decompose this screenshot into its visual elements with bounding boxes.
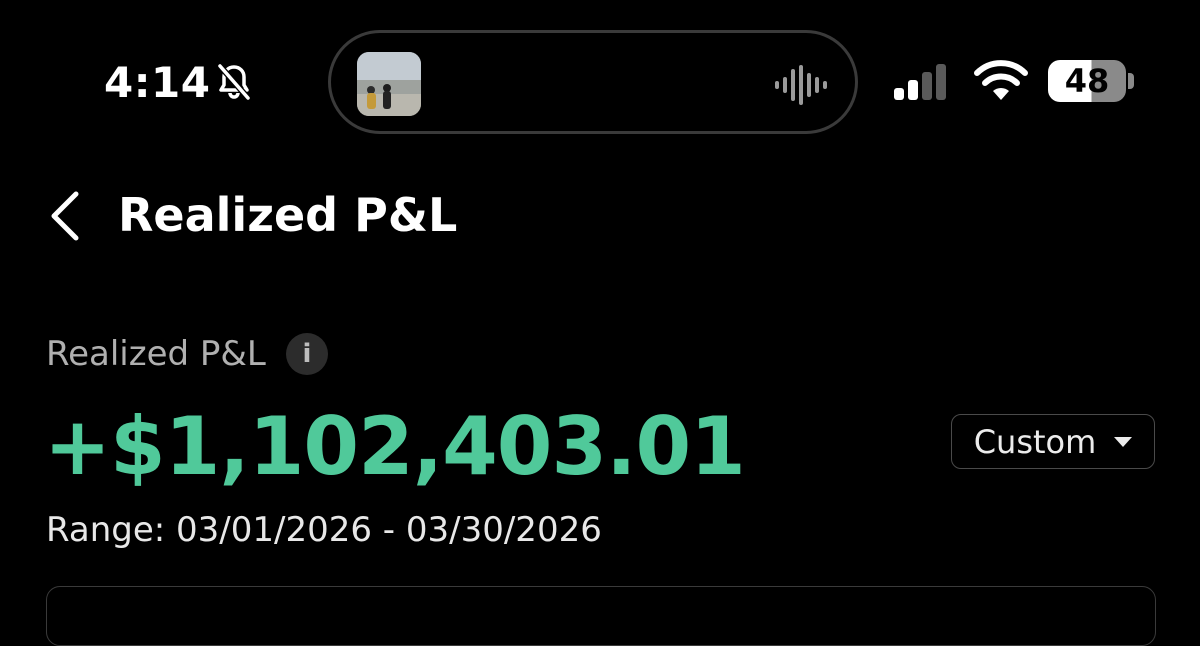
wifi-icon <box>974 60 1028 100</box>
now-playing-thumbnail[interactable] <box>357 52 421 116</box>
thumbnail-image <box>357 52 421 116</box>
battery-icon: 48 <box>1048 60 1126 102</box>
battery-level: 48 <box>1064 62 1110 100</box>
status-time: 4:14 <box>104 58 211 107</box>
chevron-left-icon[interactable] <box>46 190 86 242</box>
battery-tip <box>1128 73 1134 89</box>
page-title: Realized P&L <box>118 188 458 242</box>
cellular-signal-icon <box>894 64 946 100</box>
dynamic-island[interactable] <box>328 30 858 134</box>
period-selector[interactable]: Custom <box>951 414 1155 469</box>
caret-down-icon <box>1114 436 1133 447</box>
audio-waveform-icon <box>775 65 827 105</box>
content-card <box>46 586 1156 646</box>
realized-pnl-label: Realized P&L <box>46 334 266 374</box>
realized-pnl-amount: +$1,102,403.01 <box>44 400 746 493</box>
bell-slash-icon <box>217 64 251 100</box>
date-range: Range: 03/01/2026 - 03/30/2026 <box>46 510 602 550</box>
period-selector-value: Custom <box>973 422 1097 461</box>
info-icon[interactable]: i <box>286 333 328 375</box>
